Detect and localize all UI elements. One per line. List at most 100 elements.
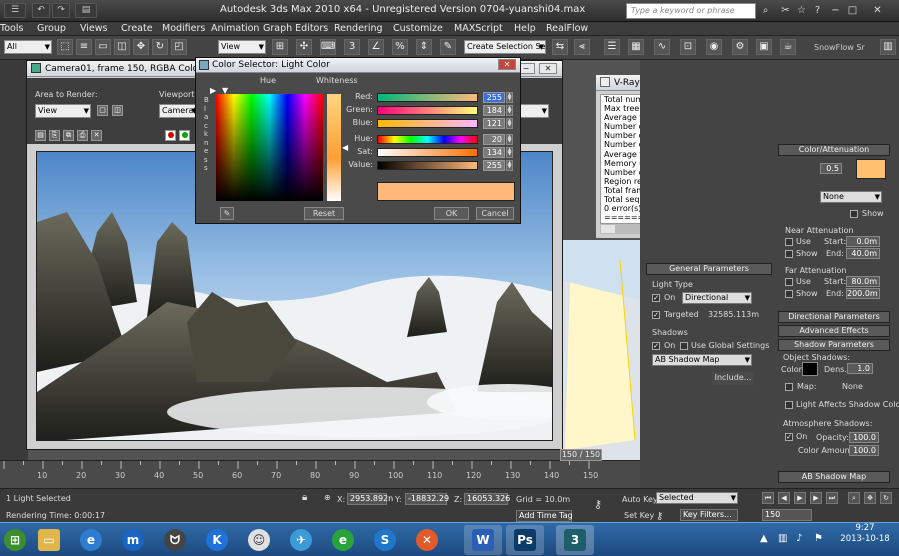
- word-icon[interactable]: W: [464, 525, 502, 555]
- align-icon[interactable]: ⫷: [574, 39, 590, 55]
- hue-value[interactable]: 20: [483, 134, 505, 145]
- map-checkbox[interactable]: [785, 383, 793, 391]
- targeted-checkbox[interactable]: ✓: [652, 311, 660, 319]
- menu-realflow[interactable]: RealFlow: [546, 23, 588, 34]
- explorer-icon[interactable]: ▭: [30, 525, 68, 555]
- clear-icon[interactable]: ✕: [91, 130, 102, 141]
- goto-end-icon[interactable]: ⏭: [826, 492, 838, 504]
- add-time-tag-button[interactable]: Add Time Tag: [516, 510, 573, 522]
- help-icon[interactable]: ?: [812, 5, 823, 16]
- spinner-snap-icon[interactable]: ⇕: [416, 39, 432, 55]
- near-start-field[interactable]: 0.0m: [846, 236, 880, 247]
- shadow-params-rollout[interactable]: Shadow Parameters: [778, 339, 890, 351]
- green-spinner[interactable]: ▲ ▼: [506, 105, 513, 116]
- dens-field[interactable]: 1.0: [847, 363, 873, 374]
- select-manipulate-icon[interactable]: ✣: [296, 39, 312, 55]
- set-key-icon[interactable]: ⚷: [656, 511, 663, 522]
- undo-icon[interactable]: ↶: [32, 3, 50, 18]
- pivot-icon[interactable]: ⊞: [272, 39, 288, 55]
- print-icon[interactable]: ⎙: [77, 130, 88, 141]
- key-filters-button[interactable]: Key Filters...: [680, 509, 738, 521]
- far-end-field[interactable]: 200.0m: [846, 288, 880, 299]
- select-scale-icon[interactable]: ◰: [171, 39, 187, 55]
- lock-icon[interactable]: 🔒︎: [302, 492, 307, 503]
- cancel-button[interactable]: Cancel: [476, 207, 514, 220]
- close-icon[interactable]: ✕: [872, 5, 883, 16]
- menu-rendering[interactable]: Rendering: [334, 23, 383, 34]
- light-affects-checkbox[interactable]: [785, 401, 793, 409]
- menu-customize[interactable]: Customize: [393, 23, 443, 34]
- set-key-label[interactable]: Set Key: [624, 511, 654, 520]
- light-color-swatch[interactable]: [856, 159, 886, 179]
- 3dsmax-taskbar-icon[interactable]: 3: [556, 525, 594, 555]
- tools-icon[interactable]: ✂: [780, 5, 791, 16]
- hue-blackness-spectrum[interactable]: [216, 94, 323, 201]
- key-icon[interactable]: ⚷: [594, 498, 602, 511]
- blue-spinner[interactable]: ▲ ▼: [506, 118, 513, 129]
- menu-help[interactable]: Help: [514, 23, 536, 34]
- region-select-icon[interactable]: ▭: [95, 39, 111, 55]
- red-channel-icon[interactable]: [165, 130, 176, 141]
- tray-flag-icon[interactable]: ⚑: [814, 533, 823, 544]
- key-mode-dropdown[interactable]: Selected: [656, 492, 738, 504]
- auto-region-icon[interactable]: ◫: [112, 105, 123, 116]
- browser-360-icon[interactable]: e: [324, 525, 362, 555]
- sogou-icon[interactable]: S: [366, 525, 404, 555]
- redo-icon[interactable]: ↷: [52, 3, 70, 18]
- area-to-render-dropdown[interactable]: View: [35, 104, 91, 118]
- shadows-on-checkbox[interactable]: ✓: [652, 342, 660, 350]
- clone-window-icon[interactable]: ⧉: [63, 130, 74, 141]
- color-amount-field[interactable]: 100.0: [849, 445, 879, 456]
- shadow-color-swatch[interactable]: [802, 362, 818, 376]
- qq-icon[interactable]: ᗢ: [156, 525, 194, 555]
- hue-bar[interactable]: [377, 135, 478, 144]
- maximize-icon[interactable]: □: [847, 5, 858, 16]
- far-use-checkbox[interactable]: [785, 278, 793, 286]
- edit-region-icon[interactable]: ▢: [97, 105, 108, 116]
- select-rotate-icon[interactable]: ↻: [152, 39, 168, 55]
- directional-params-rollout[interactable]: Directional Parameters: [778, 311, 890, 323]
- near-end-field[interactable]: 40.0m: [846, 248, 880, 259]
- goto-start-icon[interactable]: ⏮: [762, 492, 774, 504]
- pan-icon[interactable]: ✥: [864, 492, 876, 504]
- copy-image-icon[interactable]: ⎘: [49, 130, 60, 141]
- material-editor-icon[interactable]: ◉: [706, 39, 722, 55]
- star-icon[interactable]: ☆: [796, 5, 807, 16]
- menu-graph-editors[interactable]: Graph Editors: [263, 23, 328, 34]
- timeline[interactable]: 150 / 150 10 20 30 40 50 60 70 80 90 100 110 120 130…: [0, 449, 640, 489]
- opacity-field[interactable]: 100.0: [849, 432, 879, 443]
- schematic-icon[interactable]: ⊡: [680, 39, 696, 55]
- render-frame-close[interactable]: ✕: [539, 63, 557, 74]
- include-button[interactable]: Include...: [712, 372, 754, 385]
- layer-manager-icon[interactable]: ☰: [604, 39, 620, 55]
- y-coordinate[interactable]: -18832.29: [405, 493, 449, 505]
- prev-frame-icon[interactable]: ◀: [778, 492, 790, 504]
- z-coordinate[interactable]: 16053.326: [464, 493, 510, 505]
- color-selector-close[interactable]: ✕: [498, 59, 516, 70]
- menu-group[interactable]: Group: [37, 23, 66, 34]
- render-icon[interactable]: ☕: [780, 39, 796, 55]
- menu-maxscript[interactable]: MAXScript: [454, 23, 503, 34]
- graphite-icon[interactable]: ▦: [628, 39, 644, 55]
- select-by-name-icon[interactable]: ≡: [76, 39, 92, 55]
- menu-views[interactable]: Views: [80, 23, 108, 34]
- advanced-effects-rollout[interactable]: Advanced Effects: [778, 325, 890, 337]
- eyedropper-icon[interactable]: ✎: [220, 207, 234, 220]
- maxthon-icon[interactable]: m: [114, 525, 152, 555]
- value-value[interactable]: 255: [483, 160, 505, 171]
- bird-icon[interactable]: ✈: [282, 525, 320, 555]
- general-params-rollout[interactable]: General Parameters: [646, 263, 772, 275]
- angle-snap-icon[interactable]: ∠: [368, 39, 384, 55]
- clock[interactable]: 9:27 2013-10-18: [840, 523, 890, 545]
- time-slider[interactable]: 150 / 150: [560, 449, 602, 461]
- map-value[interactable]: None: [842, 382, 863, 391]
- extra-tool-icon[interactable]: ▥: [880, 39, 896, 55]
- hue-spinner[interactable]: ▲ ▼: [506, 134, 513, 145]
- use-global-checkbox[interactable]: [680, 342, 688, 350]
- render-setup-icon[interactable]: ⚙: [732, 39, 748, 55]
- near-use-checkbox[interactable]: [785, 238, 793, 246]
- rendered-frame-icon[interactable]: ▣: [756, 39, 772, 55]
- named-selection-dropdown[interactable]: Create Selection Se: [464, 40, 546, 54]
- red-spinner[interactable]: ▲ ▼: [506, 92, 513, 103]
- red-bar[interactable]: [377, 93, 478, 102]
